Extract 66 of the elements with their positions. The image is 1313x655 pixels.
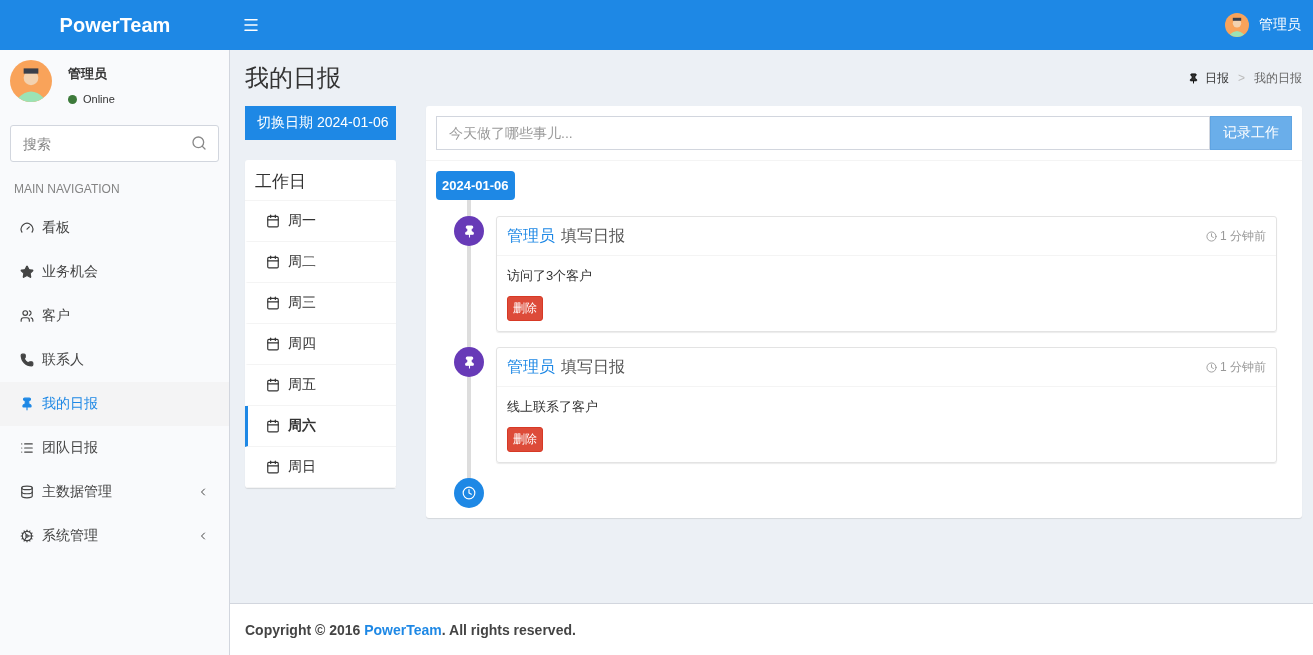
breadcrumb-link[interactable]: 日报 <box>1205 69 1229 87</box>
author-link[interactable]: 管理员 <box>507 225 555 247</box>
weekday-item[interactable]: 周六 <box>245 406 396 447</box>
nav-item[interactable]: 客户 <box>0 294 229 338</box>
entry-time: 1 分钟前 <box>1220 358 1266 376</box>
search-field[interactable]: 搜索 <box>10 125 219 162</box>
copyright-text: Copyright © 2016 PowerTeam. All rights reserved. <box>245 621 576 638</box>
calendar-icon <box>266 378 280 392</box>
date-switch-button[interactable]: 切换日期 2024-01-06 <box>245 106 396 140</box>
nav-heading: MAIN NAVIGATION <box>13 181 121 198</box>
breadcrumb-separator: > <box>1238 71 1245 85</box>
clock-icon <box>1206 361 1217 373</box>
log-input[interactable]: 今天做了哪些事儿... <box>436 116 1210 150</box>
nav-item[interactable]: 看板 <box>0 206 229 250</box>
pin-icon <box>20 397 34 411</box>
database-icon <box>20 485 34 499</box>
weekday-item[interactable]: 周三 <box>245 283 396 324</box>
card-title: 工作日 <box>245 160 396 201</box>
nav-item[interactable]: 系统管理 <box>0 514 229 558</box>
users-icon <box>20 309 34 323</box>
user-name[interactable]: 管理员 <box>1259 16 1301 34</box>
weekday-item[interactable]: 周五 <box>245 365 396 406</box>
pin-icon <box>454 347 484 377</box>
weekday-item[interactable]: 周四 <box>245 324 396 365</box>
weekday-item[interactable]: 周日 <box>245 447 396 488</box>
delete-button[interactable]: 删除 <box>507 296 543 321</box>
calendar-icon <box>266 419 280 433</box>
nav-item[interactable]: 团队日报 <box>0 426 229 470</box>
star-icon <box>20 265 34 279</box>
gears-icon <box>20 529 34 543</box>
nav-item[interactable]: 主数据管理 <box>0 470 229 514</box>
user-name: 管理员 <box>68 65 108 83</box>
weekday-item[interactable]: 周二 <box>245 242 396 283</box>
page-title: 我的日报 <box>245 63 341 93</box>
calendar-icon <box>266 337 280 351</box>
date-label: 2024-01-06 <box>436 171 515 200</box>
clock-icon <box>1206 230 1217 242</box>
pin-icon <box>454 216 484 246</box>
pin-icon <box>1188 72 1199 84</box>
avatar-icon <box>1225 13 1249 37</box>
breadcrumb-link[interactable]: 我的日报 <box>1254 69 1302 87</box>
calendar-icon <box>266 255 280 269</box>
brand-logo[interactable]: PowerTeam <box>0 13 230 37</box>
calendar-icon <box>266 296 280 310</box>
entry-text: 线上联系了客户 <box>506 398 599 416</box>
clock-icon <box>454 478 484 508</box>
author-link[interactable]: 管理员 <box>507 356 555 378</box>
dashboard-icon <box>20 221 34 235</box>
entry-action: 填写日报 <box>561 225 625 246</box>
weekday-item[interactable]: 周一 <box>245 201 396 242</box>
search-icon[interactable] <box>191 135 207 151</box>
entry-text: 访问了3个客户 <box>506 267 594 285</box>
list-icon <box>20 441 34 455</box>
status-dot <box>68 94 77 104</box>
calendar-icon <box>266 214 280 228</box>
entry-action: 填写日报 <box>561 356 625 377</box>
status-text: Online <box>83 93 115 105</box>
delete-button[interactable]: 删除 <box>507 427 543 452</box>
calendar-icon <box>266 460 280 474</box>
nav-item[interactable]: 业务机会 <box>0 250 229 294</box>
phone-icon <box>20 353 34 367</box>
avatar-icon <box>10 60 52 102</box>
brand-link[interactable]: PowerTeam <box>364 621 442 638</box>
entry-time: 1 分钟前 <box>1220 227 1266 245</box>
nav-item[interactable]: 联系人 <box>0 338 229 382</box>
nav-item[interactable]: 我的日报 <box>0 382 229 426</box>
